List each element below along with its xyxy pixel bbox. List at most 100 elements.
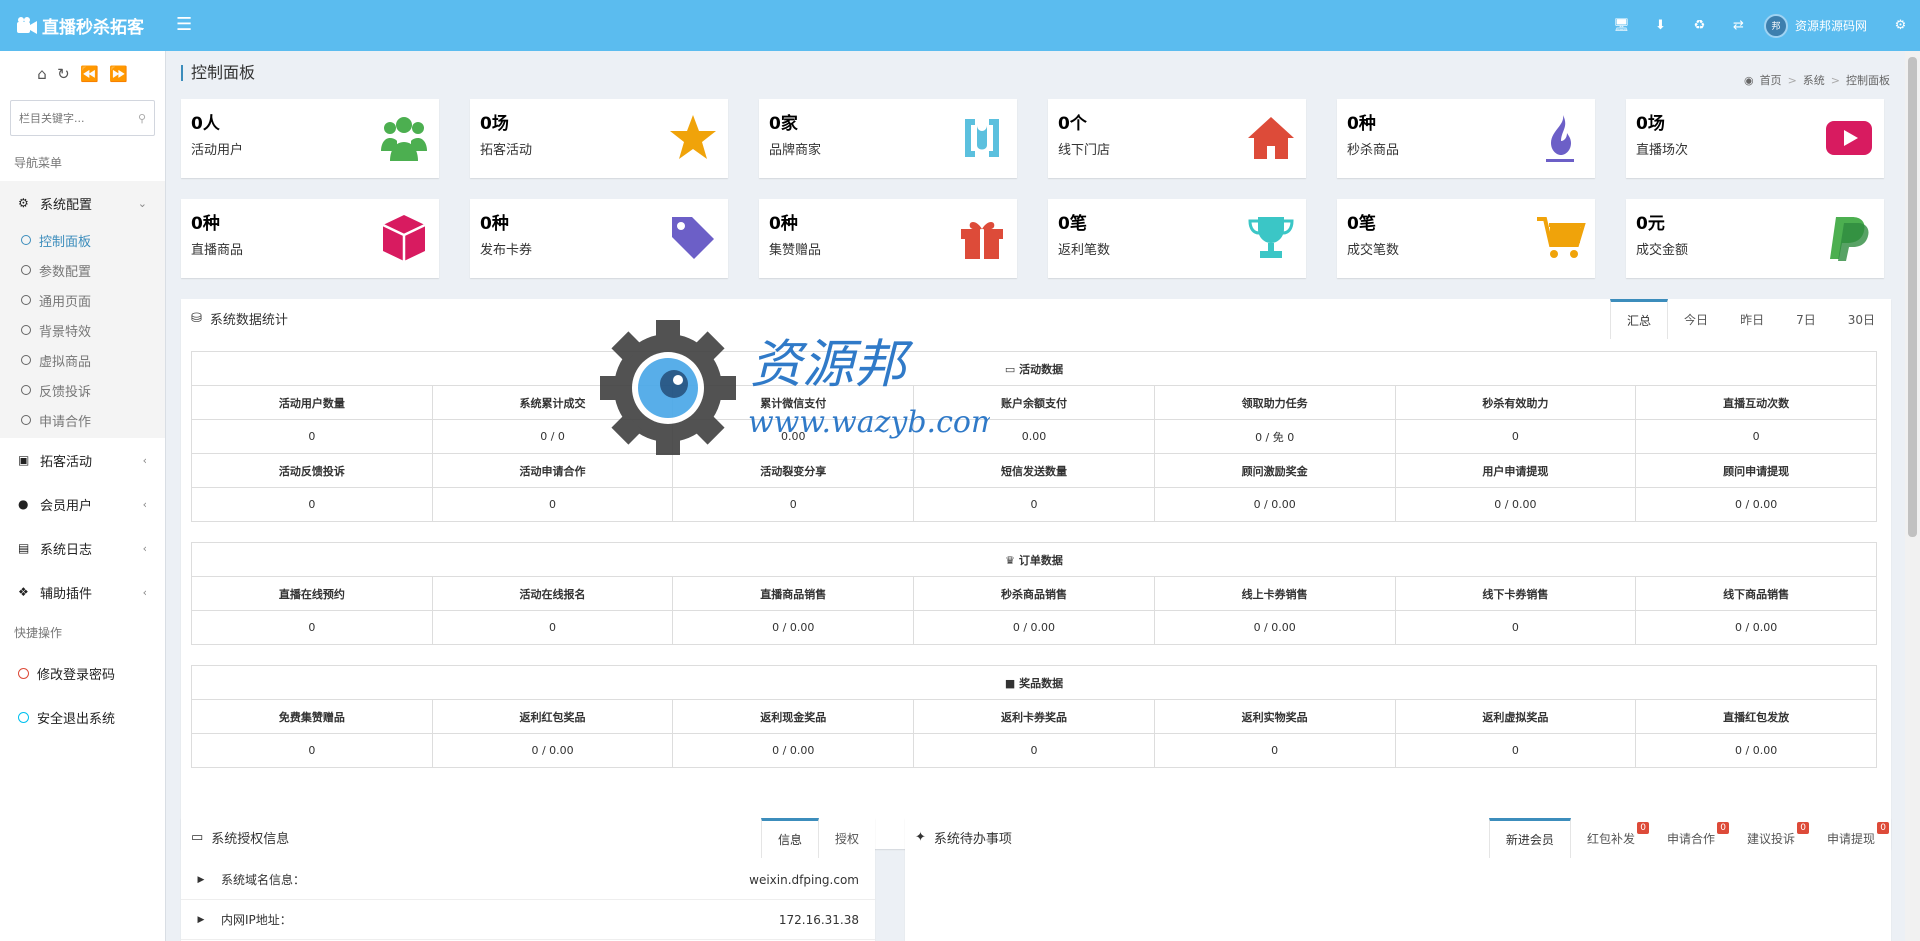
tab-cooperation[interactable]: 申请合作 0	[1651, 818, 1731, 858]
table-cell: 0 / 0.00	[1394, 487, 1637, 522]
stat-label: 返利笔数	[1058, 243, 1111, 258]
sidebar-group-activities[interactable]: ▣ 拓客活动 ‹	[0, 438, 165, 482]
quick-label: 修改登录密码	[37, 667, 116, 683]
scrollbar-thumb[interactable]	[1908, 57, 1917, 537]
tab-7days[interactable]: 7日	[1780, 299, 1832, 339]
tab-info[interactable]: 信息	[760, 818, 819, 858]
tab-withdraw[interactable]: 申请提现 0	[1811, 818, 1891, 858]
paypal-icon	[1830, 217, 1869, 261]
search-icon[interactable]: ⚲	[138, 112, 146, 125]
table-row: 免费集赞赠品 返利红包奖品 返利现金奖品 返利卡券奖品 返利实物奖品 返利虚拟奖品 直播红包…	[191, 699, 1877, 734]
tab-red-packet[interactable]: 红包补发 0	[1571, 818, 1651, 858]
table-cell: 0 / 0.00	[913, 610, 1155, 645]
trophy-icon: ♛	[1005, 553, 1016, 567]
recycle-icon[interactable]: ♻	[1680, 18, 1719, 33]
sidebar-item-dashboard[interactable]: 控制面板	[0, 225, 165, 255]
table-cell: 顾问激励奖金	[1153, 453, 1396, 488]
sidebar-group-members[interactable]: ● 会员用户 ‹	[0, 482, 165, 526]
circle-icon	[21, 265, 31, 275]
stat-label: 发布卡券	[480, 243, 533, 258]
table-row: 00000 / 0.00 0 / 0.00 0 / 0.00	[191, 487, 1877, 522]
info-value: 172.16.31.38	[778, 912, 859, 927]
table-caption: ♛ 订单数据	[191, 542, 1877, 577]
sidebar-group-system-config[interactable]: ⚙ 系统配置 ⌄	[0, 181, 165, 225]
sidebar-item-feedback[interactable]: 反馈投诉	[0, 375, 165, 405]
plug-icon: ❖	[18, 585, 29, 599]
table-row: 直播在线预约 活动在线报名 直播商品销售 秒杀商品销售 线上卡券销售 线下卡券销售 线下商品…	[191, 576, 1877, 611]
monitor-icon[interactable]: 🖥	[1602, 18, 1641, 33]
sidebar-item-params[interactable]: 参数配置	[0, 255, 165, 285]
sidebar-item-pages[interactable]: 通用页面	[0, 285, 165, 315]
table-caption: ▭ 活动数据	[191, 351, 1877, 386]
change-password-link[interactable]: 修改登录密码	[0, 651, 165, 695]
cube-icon	[382, 215, 426, 261]
menu-toggle-icon[interactable]: ☰	[176, 16, 192, 34]
table-cell: 线上卡券销售	[1153, 576, 1396, 611]
gear-icon[interactable]: ⚙	[1881, 18, 1920, 33]
shuffle-icon[interactable]: ⇄	[1719, 18, 1758, 33]
search-input[interactable]	[19, 111, 138, 125]
count-badge: 0	[1637, 822, 1649, 834]
table-cell: 秒杀商品销售	[913, 576, 1155, 611]
tab-summary[interactable]: 汇总	[1610, 299, 1669, 339]
tab-30days[interactable]: 30日	[1832, 299, 1891, 339]
stat-value: 0场	[1636, 114, 1665, 134]
circle-icon	[21, 235, 31, 245]
forward-icon[interactable]: ⏩	[109, 65, 128, 83]
table-cell: 累计微信支付	[672, 385, 915, 420]
table-cell: 0	[913, 733, 1155, 768]
info-row[interactable]: ▶ 系统域名信息： weixin.dfping.com	[181, 860, 875, 900]
breadcrumb-system[interactable]: 系统	[1803, 72, 1825, 88]
breadcrumb-home[interactable]: 首页	[1760, 72, 1782, 88]
table-cell: 短信发送数量	[913, 453, 1155, 488]
table-caption: ■ 奖品数据	[191, 665, 1877, 700]
table-cell: 0 / 0.00	[672, 610, 915, 645]
circle-icon	[21, 385, 31, 395]
tab-license[interactable]: 授权	[819, 818, 875, 858]
orders-table: ♛ 订单数据 直播在线预约 活动在线报名 直播商品销售 秒杀商品销售 线上卡券销售 线下卡…	[191, 542, 1877, 645]
stat-box: 0种 直播商品	[181, 199, 439, 278]
home-icon[interactable]: ⌂	[37, 65, 47, 83]
stat-box: 0种 集赞赠品	[759, 199, 1017, 278]
user-menu[interactable]: 邦 资源邦源码网	[1758, 13, 1881, 38]
sidebar-item-effects[interactable]: 背景特效	[0, 315, 165, 345]
table-cell: 0	[191, 610, 433, 645]
table-cell: 0 / 免 0	[1153, 419, 1396, 454]
trophy-icon	[1248, 217, 1294, 258]
logout-link[interactable]: 安全退出系统	[0, 695, 165, 739]
avatar: 邦	[1763, 13, 1788, 38]
stat-box: 0场 拓客活动	[470, 99, 728, 178]
sidebar-group-logs[interactable]: ▤ 系统日志 ‹	[0, 526, 165, 570]
circle-icon	[18, 711, 29, 723]
sidebar-group-plugins[interactable]: ❖ 辅助插件 ‹	[0, 570, 165, 614]
app-logo[interactable]: 直播秒杀拓客	[0, 0, 166, 51]
auth-panel: ▭ 系统授权信息 信息 授权 ▶ 系统域名信息： weixin.dfping.co…	[181, 818, 875, 941]
info-row[interactable]: ▶ 内网IP地址： 172.16.31.38	[181, 900, 875, 940]
backward-icon[interactable]: ⏪	[80, 65, 99, 83]
table-cell: 活动申请合作	[431, 453, 674, 488]
table-cell: 0 / 0.00	[1153, 610, 1396, 645]
sidebar-item-cooperation[interactable]: 申请合作	[0, 405, 165, 435]
table-cell: 0 / 0	[431, 419, 674, 454]
tab-complaints[interactable]: 建议投诉 0	[1731, 818, 1811, 858]
table-cell: 0 / 0.00	[1635, 733, 1877, 768]
tab-new-members[interactable]: 新进会员	[1488, 818, 1571, 858]
table-cell: 0	[1153, 733, 1396, 768]
stat-value: 0种	[191, 214, 220, 234]
table-row: 活动反馈投诉 活动申请合作 活动裂变分享 短信发送数量 顾问激励奖金 用户申请提现 顾问申请…	[191, 453, 1877, 488]
top-navbar: 直播秒杀拓客 ☰ 🖥 ⬇ ♻ ⇄ 邦 资源邦源码网 ⚙	[0, 0, 1920, 51]
stat-value: 0家	[769, 114, 798, 134]
tab-today[interactable]: 今日	[1668, 299, 1724, 339]
download-icon[interactable]: ⬇	[1641, 18, 1680, 33]
stat-value: 0种	[1347, 114, 1376, 134]
sidebar-item-virtual-goods[interactable]: 虚拟商品	[0, 345, 165, 375]
page-scrollbar[interactable]	[1905, 51, 1920, 941]
refresh-icon[interactable]: ↻	[57, 65, 70, 83]
stats-tabs: 汇总 今日 昨日 7日 30日	[1610, 299, 1891, 339]
tab-yesterday[interactable]: 昨日	[1724, 299, 1780, 339]
users-icon	[381, 117, 427, 161]
table-cell: 直播红包发放	[1635, 699, 1877, 734]
table-cell: 返利卡券奖品	[913, 699, 1155, 734]
circle-icon	[21, 325, 31, 335]
sidebar-item-label: 参数配置	[39, 264, 92, 280]
